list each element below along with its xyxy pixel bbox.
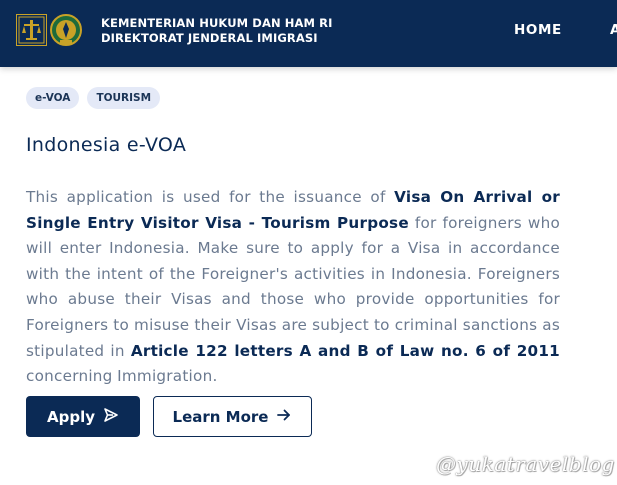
org-line-2: DIREKTORAT JENDERAL IMIGRASI [101, 31, 318, 45]
nav-home[interactable]: HOME [514, 22, 562, 38]
description-text-2: for foreigners who will enter Indonesia.… [26, 213, 561, 360]
arrow-right-icon [276, 407, 292, 427]
apply-label: Apply [46, 407, 95, 426]
tag-tourism: TOURISM [87, 87, 161, 109]
send-icon [103, 407, 119, 427]
description-text-3: concerning Immigration. [26, 367, 218, 386]
page-title: Indonesia e-VOA [26, 134, 187, 156]
learn-more-button[interactable]: Learn More [153, 396, 312, 437]
org-line-1: KEMENTERIAN HUKUM DAN HAM RI [101, 16, 333, 30]
tag-list: e-VOA TOURISM [26, 87, 161, 109]
description-bold-law: Article 122 letters A and B of Law no. 6… [130, 341, 560, 360]
description-text-1: This application is used for the issuanc… [26, 188, 395, 206]
tag-evoa: e-VOA [26, 87, 80, 109]
organization-name: KEMENTERIAN HUKUM DAN HAM RI DIREKTORAT … [101, 16, 333, 46]
watermark: @yukatravelblog [436, 452, 615, 476]
top-navbar: KEMENTERIAN HUKUM DAN HAM RI DIREKTORAT … [0, 0, 617, 67]
apply-button[interactable]: Apply [26, 396, 140, 437]
ministry-logo[interactable] [16, 14, 47, 46]
immigration-logo[interactable] [49, 13, 83, 47]
description: This application is used for the issuanc… [26, 185, 560, 390]
nav-item-next[interactable]: A [610, 22, 617, 38]
learn-more-label: Learn More [172, 407, 269, 426]
